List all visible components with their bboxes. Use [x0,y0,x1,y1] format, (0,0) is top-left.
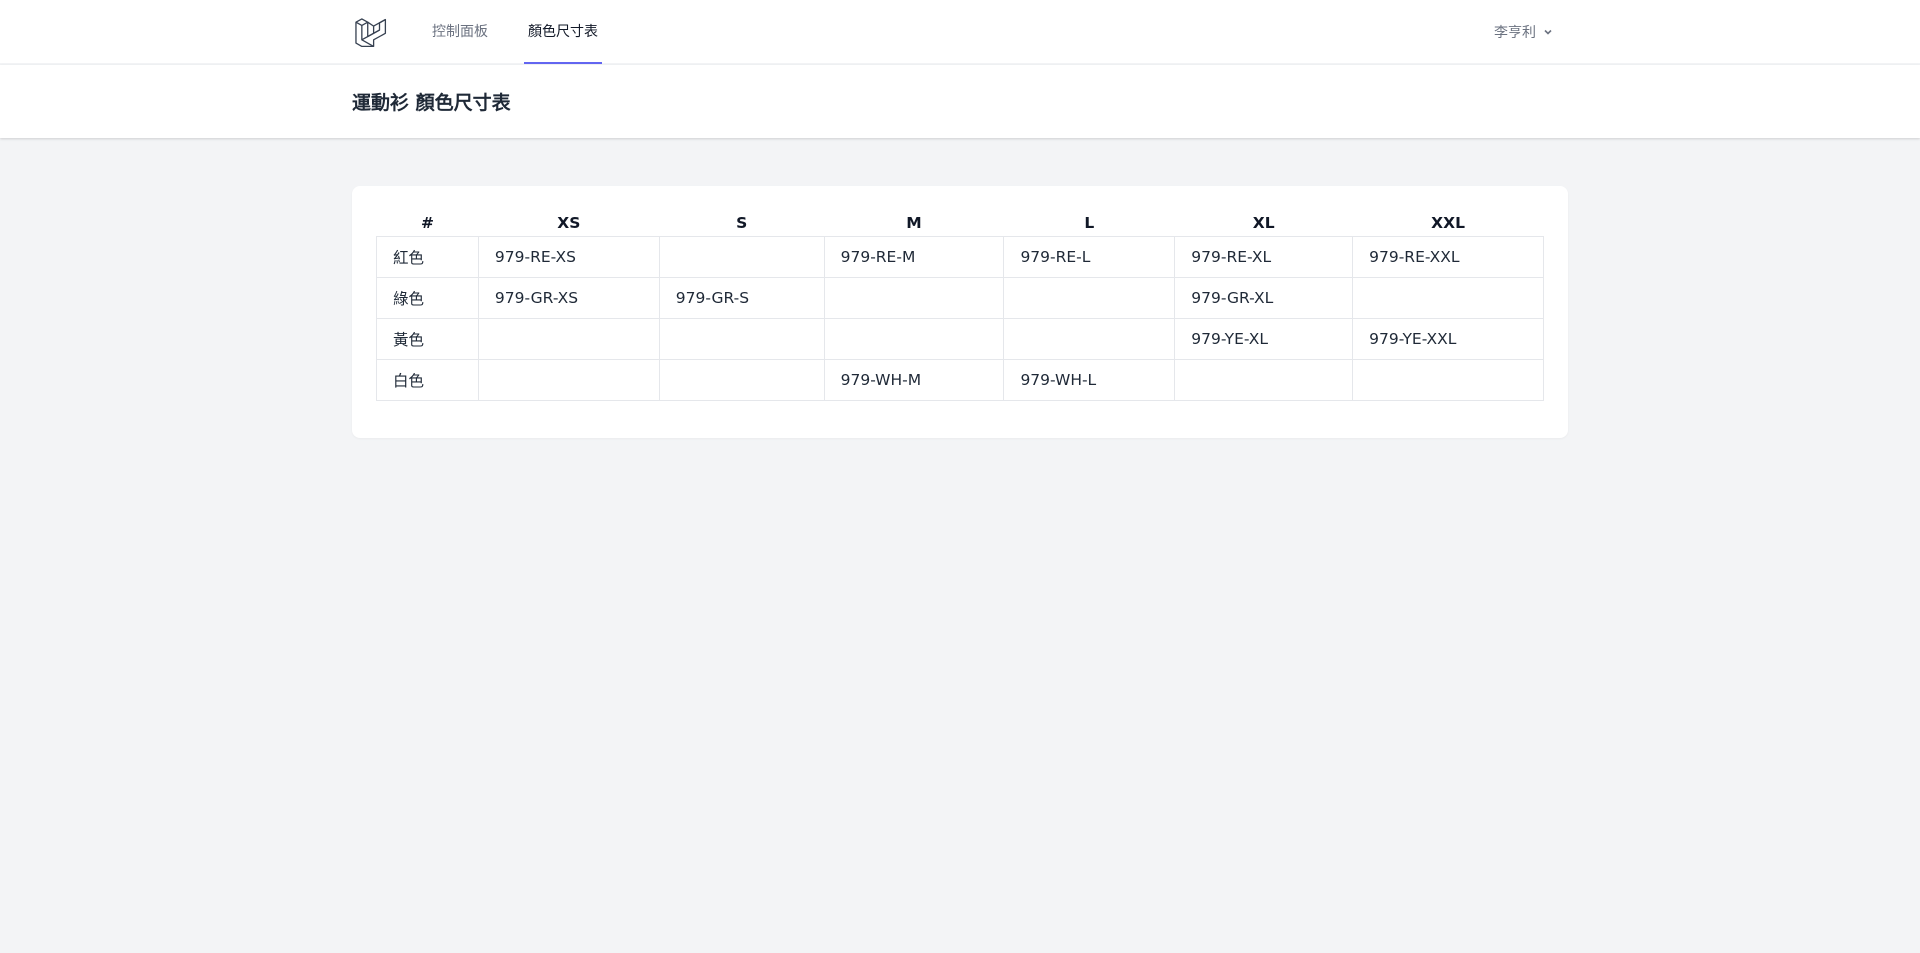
table-row: 白色 979-WH-M 979-WH-L [376,358,1544,401]
column-header: S [736,214,748,232]
color-size-table: # XS S M L XL XXL 紅色 979-RE-XS 979-RE-M … [376,210,1544,401]
column-header: XXL [1431,214,1465,232]
sku-cell [1174,358,1354,401]
sku-cell: 979-RE-XXL [1352,235,1544,278]
sku-cell [477,358,660,401]
color-cell: 白色 [376,358,479,401]
sku-cell [477,317,660,360]
column-header: M [906,214,922,232]
sku-cell [1003,317,1176,360]
size-table-card: # XS S M L XL XXL 紅色 979-RE-XS 979-RE-M … [352,186,1568,438]
nav-container: 控制面板 顏色尺寸表 李亨利 [352,0,1568,64]
color-cell: 黃色 [376,317,479,360]
nav-link-color-size-table[interactable]: 顏色尺寸表 [524,0,602,64]
sku-cell: 979-WH-L [1003,358,1176,401]
column-header: XL [1252,214,1275,232]
sku-cell: 979-YE-XXL [1352,317,1544,360]
sku-cell [658,358,825,401]
sku-cell [658,235,825,278]
sku-cell: 979-GR-XS [477,276,660,319]
sku-cell: 979-RE-L [1003,235,1176,278]
user-dropdown[interactable]: 李亨利 [1494,0,1554,64]
chevron-down-icon [1544,29,1552,35]
column-header: L [1084,214,1095,232]
sku-cell [823,317,1005,360]
sku-cell [658,317,825,360]
table-row: 紅色 979-RE-XS 979-RE-M 979-RE-L 979-RE-XL… [376,235,1544,278]
sku-cell [1352,276,1544,319]
laravel-logo-icon[interactable] [354,15,388,49]
sku-cell: 979-RE-M [823,235,1005,278]
page-title: 運動衫 顏色尺寸表 [352,92,511,114]
color-cell: 紅色 [376,235,479,278]
table-row: 綠色 979-GR-XS 979-GR-S 979-GR-XL [376,276,1544,319]
sku-cell [823,276,1005,319]
color-cell: 綠色 [376,276,479,319]
sku-cell: 979-GR-S [658,276,825,319]
nav-link-dashboard[interactable]: 控制面板 [428,0,492,64]
page-header: 運動衫 顏色尺寸表 [0,65,1920,138]
table-row: 黃色 979-YE-XL 979-YE-XXL [376,317,1544,360]
user-name: 李亨利 [1494,25,1536,41]
top-navigation: 控制面板 顏色尺寸表 李亨利 [0,0,1920,64]
column-header: XS [557,214,581,232]
sku-cell: 979-RE-XL [1174,235,1354,278]
sku-cell: 979-GR-XL [1174,276,1354,319]
sku-cell: 979-WH-M [823,358,1005,401]
sku-cell: 979-YE-XL [1174,317,1354,360]
sku-cell [1003,276,1176,319]
sku-cell [1352,358,1544,401]
table-header-row: # XS S M L XL XXL [377,210,1544,236]
sku-cell: 979-RE-XS [477,235,660,278]
column-header: # [420,214,434,232]
